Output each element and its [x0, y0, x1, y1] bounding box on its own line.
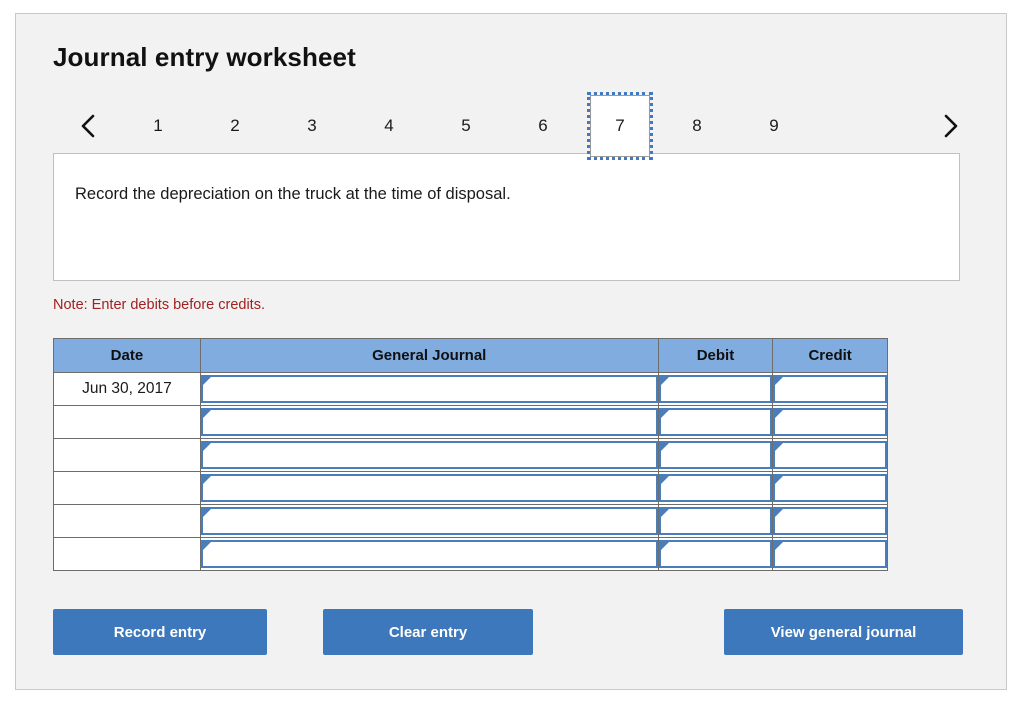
- dropdown-marker-icon: [775, 377, 784, 385]
- worksheet-panel: Journal entry worksheet 123456789 Record…: [15, 13, 1007, 690]
- page-navigation: 123456789: [46, 92, 976, 160]
- credit-input[interactable]: [773, 375, 887, 403]
- credit-input[interactable]: [773, 540, 887, 568]
- page-tab-7[interactable]: 7: [587, 92, 653, 160]
- cell-credit: [772, 504, 888, 538]
- page-tab-3[interactable]: 3: [282, 95, 342, 157]
- column-header-credit: Credit: [772, 338, 888, 373]
- table-row: [53, 537, 888, 571]
- dropdown-marker-icon: [775, 542, 784, 550]
- dropdown-marker-icon: [775, 509, 784, 517]
- general-journal-input[interactable]: [200, 507, 658, 535]
- general-journal-input[interactable]: [200, 474, 658, 502]
- cell-credit: [772, 471, 888, 505]
- column-header-general-journal: General Journal: [199, 338, 659, 373]
- instruction-box: Record the depreciation on the truck at …: [53, 153, 960, 281]
- column-header-date: Date: [53, 338, 201, 373]
- chevron-left-icon[interactable]: [68, 95, 108, 157]
- general-journal-input[interactable]: [200, 441, 658, 469]
- dropdown-marker-icon: [202, 410, 211, 418]
- page-tab-5[interactable]: 5: [436, 95, 496, 157]
- instruction-text: Record the depreciation on the truck at …: [75, 185, 511, 203]
- cell-general-journal: [199, 471, 659, 505]
- cell-debit: [657, 471, 774, 505]
- dropdown-marker-icon: [202, 542, 211, 550]
- debit-input[interactable]: [658, 540, 773, 568]
- cell-date[interactable]: Jun 30, 2017: [53, 372, 201, 406]
- dropdown-marker-icon: [660, 410, 669, 418]
- dropdown-marker-icon: [775, 410, 784, 418]
- dropdown-marker-icon: [660, 377, 669, 385]
- column-header-debit: Debit: [657, 338, 774, 373]
- debits-before-credits-note: Note: Enter debits before credits.: [53, 297, 265, 313]
- cell-general-journal: [199, 372, 659, 406]
- table-row: [53, 471, 888, 505]
- table-row: [53, 504, 888, 538]
- table-row: [53, 405, 888, 439]
- action-buttons: Record entry Clear entry View general jo…: [53, 609, 963, 657]
- table-row: Jun 30, 2017: [53, 372, 888, 406]
- view-general-journal-button[interactable]: View general journal: [724, 609, 963, 655]
- page-tab-9[interactable]: 9: [744, 95, 804, 157]
- dropdown-marker-icon: [202, 443, 211, 451]
- page-title: Journal entry worksheet: [53, 42, 356, 72]
- clear-entry-button[interactable]: Clear entry: [323, 609, 533, 655]
- cell-credit: [772, 438, 888, 472]
- page-tab-list: 123456789: [128, 92, 804, 160]
- debit-input[interactable]: [658, 474, 773, 502]
- debit-input[interactable]: [658, 507, 773, 535]
- page-tab-1[interactable]: 1: [128, 95, 188, 157]
- dropdown-marker-icon: [202, 476, 211, 484]
- cell-debit: [657, 537, 774, 571]
- dropdown-marker-icon: [660, 509, 669, 517]
- cell-date[interactable]: [53, 438, 201, 472]
- record-entry-button[interactable]: Record entry: [53, 609, 267, 655]
- credit-input[interactable]: [773, 474, 887, 502]
- cell-general-journal: [199, 504, 659, 538]
- credit-input[interactable]: [773, 507, 887, 535]
- cell-debit: [657, 438, 774, 472]
- cell-debit: [657, 504, 774, 538]
- cell-date[interactable]: [53, 405, 201, 439]
- general-journal-input[interactable]: [200, 408, 658, 436]
- cell-general-journal: [199, 405, 659, 439]
- debit-input[interactable]: [658, 408, 773, 436]
- credit-input[interactable]: [773, 408, 887, 436]
- dropdown-marker-icon: [202, 377, 211, 385]
- page-tab-4[interactable]: 4: [359, 95, 419, 157]
- cell-debit: [657, 405, 774, 439]
- dropdown-marker-icon: [660, 443, 669, 451]
- dropdown-marker-icon: [775, 443, 784, 451]
- cell-general-journal: [199, 537, 659, 571]
- cell-debit: [657, 372, 774, 406]
- dropdown-marker-icon: [660, 542, 669, 550]
- page-tab-2[interactable]: 2: [205, 95, 265, 157]
- page-tab-8[interactable]: 8: [667, 95, 727, 157]
- cell-general-journal: [199, 438, 659, 472]
- table-header-row: Date General Journal Debit Credit: [53, 338, 888, 373]
- journal-entry-table: Date General Journal Debit Credit Jun 30…: [53, 338, 888, 571]
- cell-date[interactable]: [53, 537, 201, 571]
- general-journal-input[interactable]: [200, 375, 658, 403]
- cell-credit: [772, 405, 888, 439]
- cell-credit: [772, 537, 888, 571]
- debit-input[interactable]: [658, 375, 773, 403]
- page-tab-6[interactable]: 6: [513, 95, 573, 157]
- cell-date[interactable]: [53, 471, 201, 505]
- cell-date[interactable]: [53, 504, 201, 538]
- cell-credit: [772, 372, 888, 406]
- dropdown-marker-icon: [775, 476, 784, 484]
- debit-input[interactable]: [658, 441, 773, 469]
- credit-input[interactable]: [773, 441, 887, 469]
- table-row: [53, 438, 888, 472]
- dropdown-marker-icon: [202, 509, 211, 517]
- general-journal-input[interactable]: [200, 540, 658, 568]
- dropdown-marker-icon: [660, 476, 669, 484]
- chevron-right-icon[interactable]: [930, 95, 970, 157]
